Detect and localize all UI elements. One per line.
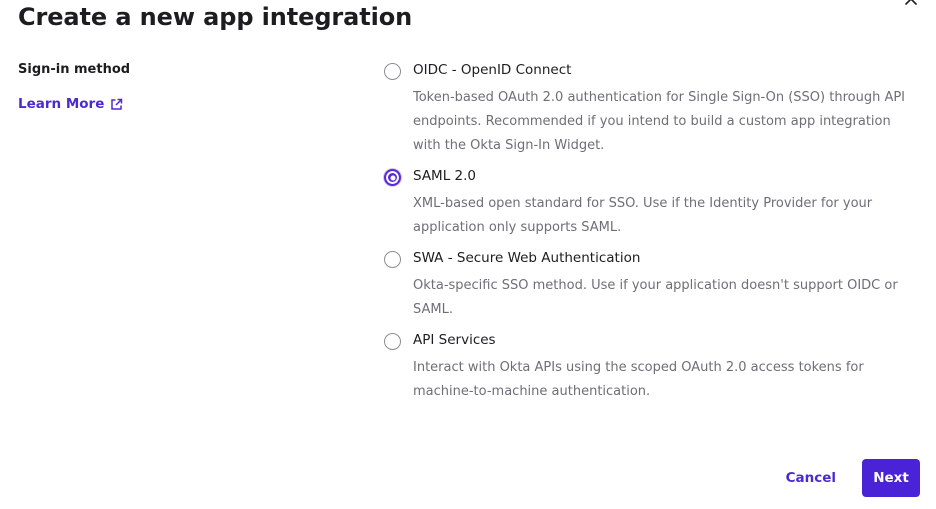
radio-swa[interactable] bbox=[384, 251, 401, 268]
close-icon[interactable] bbox=[904, 0, 918, 6]
option-label: SWA - Secure Web Authentication bbox=[413, 250, 641, 266]
option-description: Okta-specific SSO method. Use if your ap… bbox=[413, 278, 898, 317]
radio-saml[interactable] bbox=[384, 169, 401, 186]
option-label: OIDC - OpenID Connect bbox=[413, 62, 572, 78]
option-description: XML-based open standard for SSO. Use if … bbox=[413, 196, 873, 235]
radio-api-services[interactable] bbox=[384, 333, 401, 350]
option-description: Token-based OAuth 2.0 authentication for… bbox=[413, 90, 906, 153]
learn-more-label: Learn More bbox=[18, 96, 105, 112]
radio-oidc[interactable] bbox=[384, 63, 401, 80]
left-column: Sign-in method Learn More bbox=[18, 62, 131, 112]
dialog-footer: Cancel Next bbox=[776, 459, 920, 497]
external-link-icon bbox=[110, 98, 123, 111]
cancel-button[interactable]: Cancel bbox=[776, 462, 846, 494]
option-label: SAML 2.0 bbox=[413, 168, 476, 184]
page-title: Create a new app integration bbox=[18, 3, 413, 31]
next-button[interactable]: Next bbox=[862, 459, 920, 497]
learn-more-link[interactable]: Learn More bbox=[18, 96, 123, 112]
sign-in-method-label: Sign-in method bbox=[18, 62, 131, 77]
option-description: Interact with Okta APIs using the scoped… bbox=[413, 360, 864, 399]
option-label: API Services bbox=[413, 332, 496, 348]
